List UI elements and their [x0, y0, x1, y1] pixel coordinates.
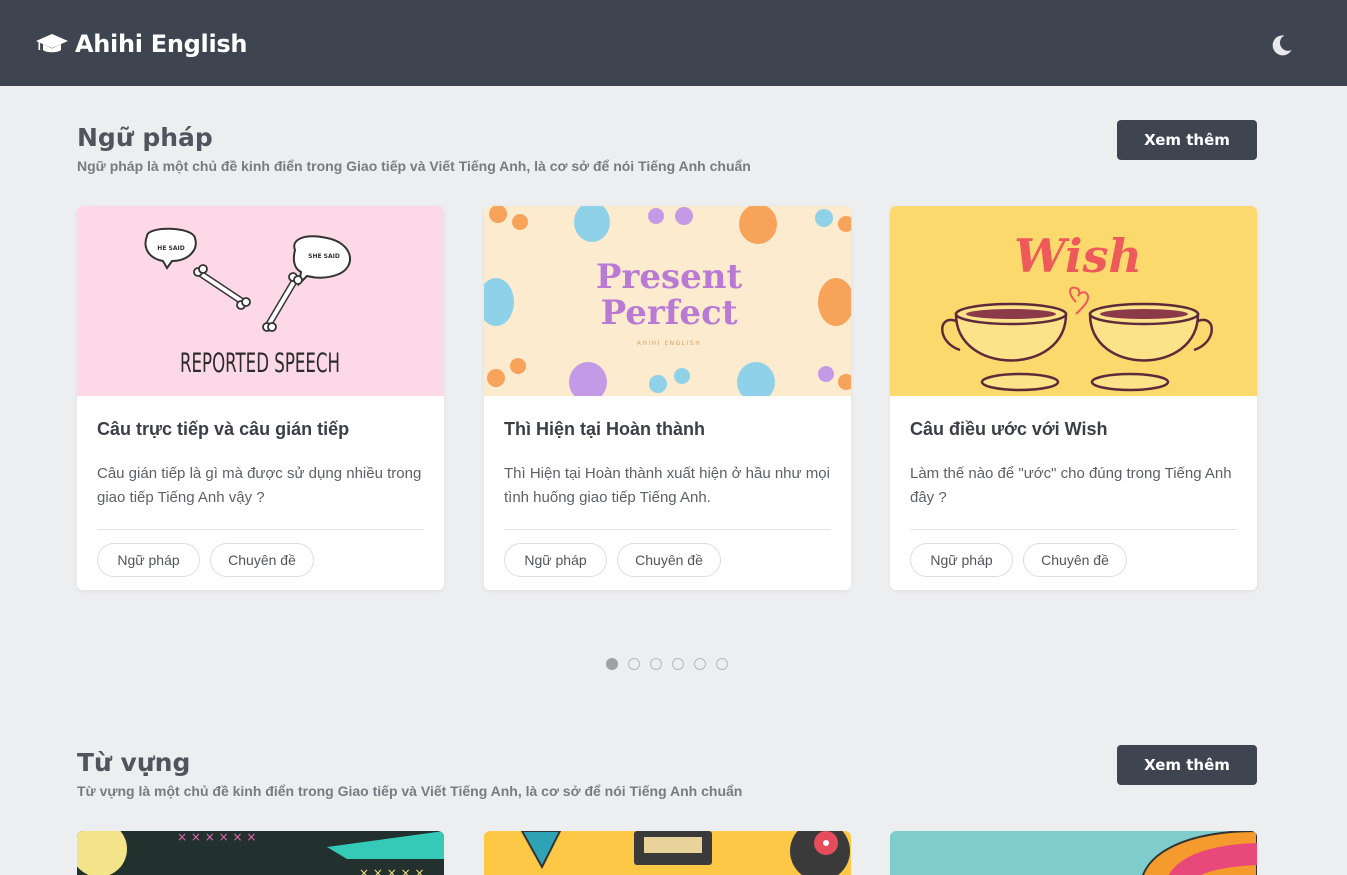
carousel-dot-4[interactable] — [672, 658, 684, 670]
tag-topic[interactable]: Chuyên đề — [210, 543, 314, 577]
card-image-present-perfect: Present Perfect AHIHI ENGLISH — [484, 206, 851, 396]
tag-topic[interactable]: Chuyên đề — [617, 543, 721, 577]
card-divider — [910, 529, 1237, 530]
tag-topic[interactable]: Chuyên đề — [1023, 543, 1127, 577]
vocabulary-card-image[interactable] — [484, 831, 851, 875]
card-image-title-line1: Present — [596, 257, 743, 297]
card-description: Thì Hiện tại Hoàn thành xuất hiện ở hầu … — [504, 465, 830, 506]
card-image-wish: Wish — [890, 206, 1257, 396]
tag-grammar[interactable]: Ngữ pháp — [97, 543, 200, 577]
tag-grammar[interactable]: Ngữ pháp — [910, 543, 1013, 577]
lesson-card[interactable]: HE SAID SHE SAID REPORTED SPEECH Câu trự… — [77, 206, 444, 590]
brand-link[interactable]: Ahihi English — [36, 30, 247, 58]
card-image-pattern-dark: × × × × × × × × × × × — [77, 831, 444, 875]
card-image-pattern-teal — [890, 831, 1257, 875]
section-title-grammar: Ngữ pháp — [77, 123, 213, 152]
carousel-dot-5[interactable] — [694, 658, 706, 670]
bubble-he-said: HE SAID — [157, 245, 184, 252]
card-image-title: Wish — [1014, 229, 1142, 283]
card-divider — [504, 529, 831, 530]
tag-grammar[interactable]: Ngữ pháp — [504, 543, 607, 577]
vocabulary-card-image[interactable] — [890, 831, 1257, 875]
carousel-dot-2[interactable] — [628, 658, 640, 670]
card-image-caption: AHIHI ENGLISH — [637, 340, 701, 347]
card-image-pattern-yellow — [484, 831, 851, 875]
card-image-reported-speech: HE SAID SHE SAID REPORTED SPEECH — [77, 206, 444, 396]
carousel-dot-1[interactable] — [606, 658, 618, 670]
card-title[interactable]: Thì Hiện tại Hoàn thành — [504, 419, 705, 440]
lesson-card[interactable]: Present Perfect AHIHI ENGLISH Thì Hiện t… — [484, 206, 851, 590]
card-image-title-line2: Perfect — [601, 293, 738, 333]
section-description-vocabulary: Từ vựng là một chủ đề kinh điển trong Gi… — [77, 783, 743, 799]
card-title[interactable]: Câu điều ước với Wish — [910, 419, 1108, 440]
card-divider — [97, 529, 424, 530]
section-title-vocabulary: Từ vựng — [77, 748, 191, 777]
vocabulary-card-image[interactable]: × × × × × × × × × × × — [77, 831, 444, 875]
graduation-cap-icon — [36, 34, 68, 53]
svg-text:× × × × × ×: × × × × × × — [177, 831, 256, 844]
bubble-she-said: SHE SAID — [308, 253, 340, 260]
carousel-dot-3[interactable] — [650, 658, 662, 670]
see-more-vocabulary-button[interactable]: Xem thêm — [1117, 745, 1257, 785]
svg-text:× × × × ×: × × × × × — [359, 866, 425, 875]
brand-name: Ahihi English — [75, 30, 248, 58]
carousel-dot-6[interactable] — [716, 658, 728, 670]
see-more-grammar-button[interactable]: Xem thêm — [1117, 120, 1257, 160]
card-description: Làm thế nào để "ước" cho đúng trong Tiến… — [910, 465, 1232, 506]
moon-icon[interactable] — [1270, 33, 1294, 57]
lesson-card[interactable]: Wish Câu điều ước với Wish Làm thế nào đ… — [890, 206, 1257, 590]
card-image-title: REPORTED SPEECH — [180, 348, 340, 379]
card-description: Câu gián tiếp là gì mà được sử dụng nhiề… — [97, 465, 422, 506]
section-description-grammar: Ngữ pháp là một chủ đề kinh điển trong G… — [77, 158, 751, 174]
carousel-pagination — [606, 658, 728, 670]
navbar: Ahihi English — [0, 0, 1347, 86]
card-title[interactable]: Câu trực tiếp và câu gián tiếp — [97, 419, 349, 440]
